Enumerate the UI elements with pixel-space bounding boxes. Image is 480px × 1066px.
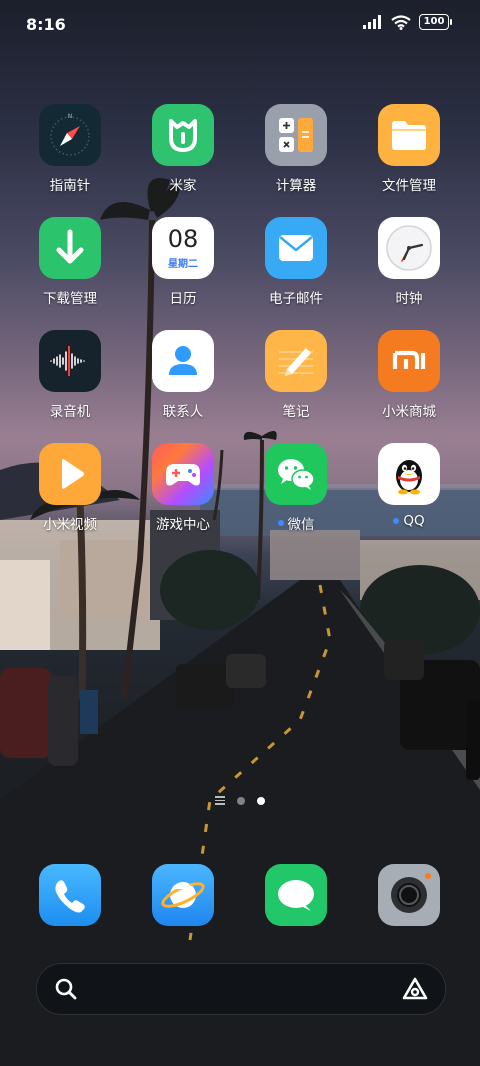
app-label: 日历 (169, 291, 197, 307)
qq-penguin-icon (378, 443, 440, 505)
page-dot-1 (237, 796, 245, 805)
battery-tip (450, 19, 452, 25)
page-indicator[interactable] (0, 796, 480, 805)
assistant-icon[interactable] (401, 976, 429, 1002)
app-mi-store[interactable]: mi 小米商城 (353, 330, 465, 420)
app-file-manager[interactable]: 文件管理 (353, 104, 465, 194)
calendar-weekday: 星期二 (168, 258, 198, 270)
app-clock[interactable]: 时钟 (353, 217, 465, 307)
app-label: 游戏中心 (156, 517, 210, 533)
calendar-day: 08 (167, 224, 199, 253)
wechat-icon (265, 443, 327, 505)
search-bar[interactable] (36, 963, 446, 1015)
wifi-icon (391, 14, 411, 30)
app-email[interactable]: 电子邮件 (240, 217, 352, 307)
app-qq[interactable]: QQ (353, 443, 465, 529)
app-game-center[interactable]: 游戏中心 (127, 443, 239, 533)
app-label: 小米商城 (382, 404, 436, 420)
app-label: 录音机 (49, 404, 91, 420)
compass-icon: N (39, 104, 101, 166)
calendar-icon: 08 星期二 (152, 217, 214, 279)
new-indicator-dot (393, 518, 400, 524)
dock-camera[interactable] (378, 864, 440, 926)
signal-icon (363, 15, 381, 29)
mail-icon (265, 217, 327, 279)
mi-store-icon: mi (378, 330, 440, 392)
app-mi-video[interactable]: 小米视频 (14, 443, 126, 533)
app-compass[interactable]: N 指南针 (14, 104, 126, 194)
app-mijia[interactable]: 米家 (127, 104, 239, 194)
app-label: 笔记 (282, 404, 310, 420)
app-label: QQ (393, 513, 425, 529)
app-label: 计算器 (275, 178, 317, 194)
recorder-icon (39, 330, 101, 392)
notes-icon (265, 330, 327, 392)
app-recorder[interactable]: 录音机 (14, 330, 126, 420)
app-label: 微信 (277, 513, 315, 533)
status-bar: 8:16 100 (0, 0, 480, 50)
phone-icon (39, 864, 101, 926)
app-label: 米家 (169, 178, 197, 194)
status-icons: 100 (363, 14, 452, 30)
app-download-manager[interactable]: 下载管理 (14, 217, 126, 307)
contacts-icon (152, 330, 214, 392)
app-label-text: QQ (403, 513, 425, 529)
dock-messages[interactable] (265, 864, 327, 926)
app-wechat[interactable]: 微信 (240, 443, 352, 533)
page-indicator-list-icon (215, 796, 225, 805)
app-label: 联系人 (162, 404, 204, 420)
status-time: 8:16 (26, 15, 66, 34)
app-calendar[interactable]: 08 星期二 日历 (127, 217, 239, 307)
app-label: 时钟 (395, 291, 423, 307)
message-bubble-icon (265, 864, 327, 926)
app-label: 电子邮件 (269, 291, 323, 307)
app-calculator[interactable]: 计算器 (240, 104, 352, 194)
page-dot-2-active (257, 796, 265, 805)
battery-level: 100 (419, 14, 449, 30)
app-label: 指南针 (49, 178, 91, 194)
download-icon (39, 217, 101, 279)
search-icon[interactable] (55, 978, 77, 1000)
mijia-icon (152, 104, 214, 166)
svg-text:N: N (68, 113, 73, 120)
app-contacts[interactable]: 联系人 (127, 330, 239, 420)
video-play-icon (39, 443, 101, 505)
calculator-icon (265, 104, 327, 166)
app-label: 下载管理 (43, 291, 97, 307)
app-notes[interactable]: 笔记 (240, 330, 352, 420)
new-indicator-dot (277, 520, 284, 526)
camera-icon (378, 864, 440, 926)
browser-planet-icon (152, 864, 214, 926)
gamepad-icon (152, 443, 214, 505)
dock-browser[interactable] (152, 864, 214, 926)
clock-icon (378, 217, 440, 279)
battery-indicator: 100 (419, 14, 452, 30)
app-label-text: 微信 (287, 517, 315, 533)
app-label: 小米视频 (43, 517, 97, 533)
dock-phone[interactable] (39, 864, 101, 926)
folder-icon (378, 104, 440, 166)
app-label: 文件管理 (382, 178, 436, 194)
